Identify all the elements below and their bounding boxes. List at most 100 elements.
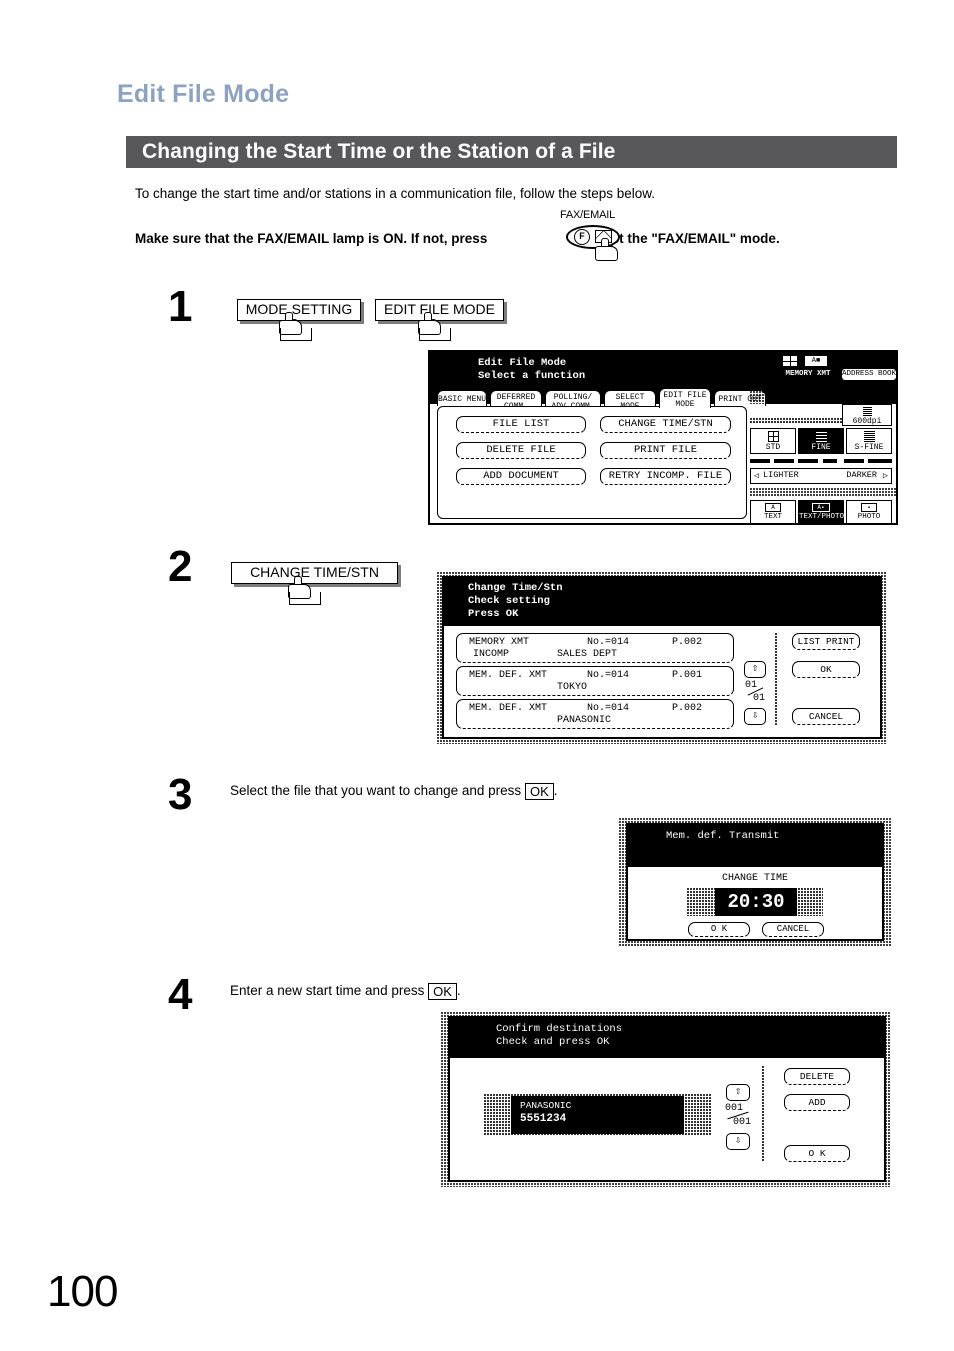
- lcd-title-line2: Check and press OK: [496, 1036, 610, 1048]
- lamp-note: Make sure that the FAX/EMAIL lamp is ON.…: [135, 231, 925, 247]
- section-header-text: Changing the Start Time or the Station o…: [142, 140, 616, 163]
- right-panel-halftone-2: [750, 488, 896, 497]
- contrast-lighter[interactable]: LIGHTER: [763, 469, 799, 482]
- step-number-1: 1: [168, 282, 193, 331]
- button-delete[interactable]: DELETE: [784, 1068, 850, 1085]
- lcd-title: Mem. def. Transmit: [666, 830, 780, 842]
- file-number: No.=014: [587, 670, 630, 681]
- text-photo-icon: A■: [804, 355, 828, 367]
- scroll-counter: 001 001: [725, 1103, 751, 1128]
- tab-polling-adv-comm[interactable]: POLLING/ ADV.COMM.: [545, 390, 601, 411]
- button-print-file[interactable]: PRINT FILE: [600, 442, 731, 459]
- resolution-s-fine[interactable]: S-FINE: [846, 428, 892, 454]
- scroll-down-button[interactable]: ⇩: [726, 1133, 750, 1150]
- destination-number: 5551234: [520, 1113, 567, 1125]
- button-ok[interactable]: O K: [688, 922, 750, 937]
- resolution-fine[interactable]: FINE: [798, 428, 844, 454]
- lcd-title-line1: Change Time/Stn: [468, 582, 563, 594]
- file-type: MEM. DEF. XMT: [469, 703, 548, 714]
- file-row[interactable]: MEM. DEF. XMT No.=014 P.002 PANASONIC: [456, 699, 734, 729]
- step-number-3: 3: [168, 770, 193, 819]
- resolution-std[interactable]: STD: [750, 428, 796, 454]
- key-change-time-stn[interactable]: CHANGE TIME/STN: [231, 562, 398, 584]
- status-memory-xmt: MEMORY XMT: [780, 368, 836, 380]
- original-photo[interactable]: ▪ PHOTO: [846, 500, 892, 524]
- lcd-title-line2: Select a function: [478, 370, 586, 382]
- panel-divider: [775, 633, 778, 725]
- button-add-document[interactable]: ADD DOCUMENT: [456, 468, 586, 485]
- lcd-screen-step1: Edit File Mode Select a function A■ MEMO…: [428, 350, 898, 525]
- tab-deferred-comm[interactable]: DEFERRED COMM.: [490, 390, 542, 411]
- panel-divider: [762, 1066, 765, 1162]
- press-bracket: [289, 592, 321, 605]
- button-change-time-stn[interactable]: CHANGE TIME/STN: [600, 416, 731, 433]
- step-number-4: 4: [168, 970, 193, 1019]
- file-status: INCOMP: [473, 649, 510, 660]
- lcd-title-line1: Confirm destinations: [496, 1023, 623, 1035]
- step3-instruction: Select the file that you want to change …: [230, 782, 750, 800]
- fax-email-key-label: FAX/EMAIL: [560, 209, 616, 221]
- file-row[interactable]: MEM. DEF. XMT No.=014 P.001 TOKYO: [456, 666, 734, 696]
- file-pages: P.002: [672, 637, 703, 648]
- file-pages: P.002: [672, 703, 703, 714]
- lcd-screen-step3: Mem. def. Transmit CHANGE TIME 20:30 O K…: [626, 823, 884, 941]
- destination-item[interactable]: PANASONIC 5551234: [511, 1096, 684, 1134]
- lcd-title-line2: Check setting: [468, 595, 550, 607]
- resolution-600dpi: 600dpi: [842, 404, 892, 426]
- lcd-title-line1: Edit File Mode: [478, 357, 567, 369]
- inline-ok-key[interactable]: OK: [524, 783, 554, 800]
- button-delete-file[interactable]: DELETE FILE: [456, 442, 586, 459]
- tab-edit-file-mode[interactable]: EDIT FILE MODE: [659, 388, 711, 409]
- contrast-scale-icon: [834, 356, 892, 366]
- press-bracket: [419, 328, 451, 341]
- grid-icon: [782, 355, 798, 367]
- pointing-hand-icon: [595, 238, 619, 261]
- contrast-bar[interactable]: LIGHTER DARKER ◁ ▷: [750, 468, 892, 484]
- button-address-book[interactable]: ADDRESS BOOK: [841, 368, 897, 381]
- file-pages: P.001: [672, 670, 703, 681]
- button-ok[interactable]: OK: [792, 661, 860, 678]
- scroll-up-button[interactable]: ⇧: [726, 1084, 750, 1101]
- tab-select-mode[interactable]: SELECT MODE: [604, 390, 656, 411]
- scroll-down-button[interactable]: ⇩: [744, 708, 766, 725]
- press-bracket: [280, 328, 312, 341]
- intro-paragraph: To change the start time and/or stations…: [135, 186, 656, 201]
- file-station: SALES DEPT: [557, 649, 618, 660]
- step4-instruction: Enter a new start time and press OK.: [230, 982, 750, 1000]
- file-type: MEM. DEF. XMT: [469, 670, 548, 681]
- inline-ok-key[interactable]: OK: [428, 983, 457, 1000]
- button-retry-incomp-file[interactable]: RETRY INCOMP. FILE: [600, 468, 731, 485]
- tab-basic-menu[interactable]: BASIC MENU: [437, 390, 487, 406]
- button-cancel[interactable]: CANCEL: [792, 708, 860, 725]
- destination-name: PANASONIC: [520, 1100, 572, 1111]
- file-number: No.=014: [587, 703, 630, 714]
- page-title: Edit File Mode: [117, 80, 290, 108]
- original-text-photo[interactable]: A▪ TEXT/PHOTO: [798, 500, 844, 524]
- button-cancel[interactable]: CANCEL: [762, 922, 824, 937]
- status-halftone: [748, 354, 778, 380]
- step4-instruction-after: .: [456, 983, 461, 998]
- button-file-list[interactable]: FILE LIST: [456, 416, 586, 433]
- step3-instruction-after: .: [553, 783, 558, 798]
- button-add[interactable]: ADD: [784, 1094, 850, 1111]
- manual-page: Edit File Mode Changing the Start Time o…: [0, 0, 954, 1351]
- section-header-bar: Changing the Start Time or the Station o…: [126, 136, 897, 168]
- button-ok[interactable]: O K: [784, 1145, 850, 1162]
- step3-instruction-before: Select the file that you want to change …: [230, 783, 522, 798]
- page-number: 100: [47, 1267, 118, 1316]
- change-time-label: CHANGE TIME: [721, 873, 788, 884]
- lcd-title-line3: Press OK: [468, 608, 519, 620]
- file-row[interactable]: MEMORY XMT No.=014 P.002 INCOMP SALES DE…: [456, 633, 734, 663]
- lcd-screen-step4: Confirm destinations Check and press OK …: [448, 1016, 886, 1182]
- lcd-screen-step2: Change Time/Stn Check setting Press OK M…: [442, 576, 882, 739]
- button-list-print[interactable]: LIST PRINT: [792, 633, 860, 650]
- file-type: MEMORY XMT: [469, 637, 530, 648]
- contrast-darker[interactable]: DARKER: [846, 469, 877, 482]
- original-text[interactable]: A TEXT: [750, 500, 796, 524]
- change-time-value[interactable]: 20:30: [715, 888, 797, 916]
- right-panel-halftone: [750, 382, 896, 404]
- file-station: TOKYO: [557, 682, 588, 693]
- step4-instruction-before: Enter a new start time and press: [230, 983, 425, 998]
- fax-icon: F: [574, 229, 590, 245]
- scroll-up-button[interactable]: ⇧: [744, 661, 766, 678]
